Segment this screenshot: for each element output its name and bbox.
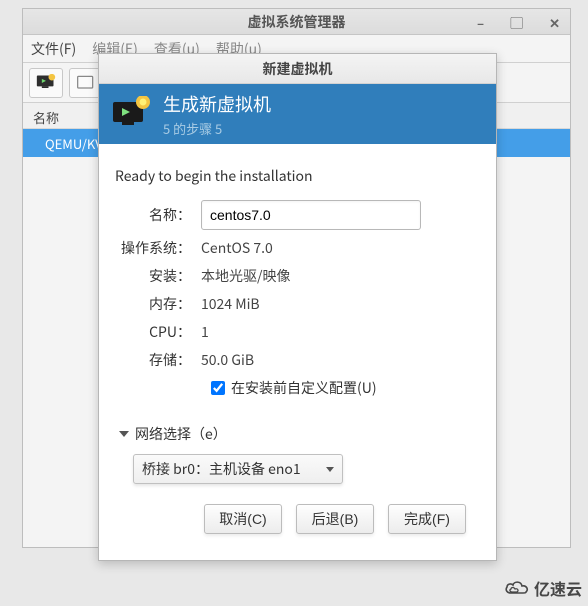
dialog-intro: Ready to begin the installation <box>115 166 480 186</box>
menu-file[interactable]: 文件(F) <box>31 39 76 59</box>
name-input[interactable] <box>201 200 421 230</box>
label-name: 名称： <box>115 205 201 225</box>
watermark-text: 亿速云 <box>534 576 582 600</box>
monitor-icon <box>36 74 56 92</box>
new-vm-button[interactable] <box>29 68 63 98</box>
row-os: 操作系统： CentOS 7.0 <box>115 238 480 258</box>
label-storage: 存储： <box>115 350 201 370</box>
label-os: 操作系统： <box>115 238 201 258</box>
value-os: CentOS 7.0 <box>201 238 273 258</box>
dialog-button-bar: 取消(C) 后退(B) 完成(F) <box>115 504 480 550</box>
minimize-icon[interactable]: – <box>471 9 490 36</box>
new-vm-icon <box>111 96 151 132</box>
row-install: 安装： 本地光驱/映像 <box>115 266 480 286</box>
network-expand-label: 网络选择（e） <box>135 424 227 444</box>
network-combo-label: 桥接 br0：主机设备 eno1 <box>142 459 301 479</box>
customize-checkbox[interactable] <box>211 381 225 395</box>
dialog-titlebar[interactable]: 新建虚拟机 <box>99 54 496 84</box>
vm-row-label: QEMU/KV <box>45 134 103 153</box>
finish-button[interactable]: 完成(F) <box>388 504 466 534</box>
label-install: 安装： <box>115 266 201 286</box>
value-install: 本地光驱/映像 <box>201 266 291 286</box>
chevron-down-icon <box>119 431 129 437</box>
open-icon <box>76 74 96 92</box>
window-controls: – ▢ ✕ <box>471 9 566 36</box>
main-title: 虚拟系统管理器 <box>248 12 346 32</box>
customize-row: 在安装前自定义配置(U) <box>211 378 480 398</box>
maximize-icon[interactable]: ▢ <box>504 9 529 36</box>
new-vm-dialog: 新建虚拟机 生成新虚拟机 5 的步骤 5 Ready to begin the … <box>98 53 497 561</box>
combo-chevron-down-icon <box>326 467 334 472</box>
value-storage: 50.0 GiB <box>201 350 254 370</box>
column-header-label: 名称 <box>33 108 59 127</box>
cloud-icon <box>504 579 530 597</box>
dialog-header-line1: 生成新虚拟机 <box>163 91 271 117</box>
dialog-header-text: 生成新虚拟机 5 的步骤 5 <box>163 91 271 138</box>
value-cpu: 1 <box>201 322 209 342</box>
network-combo[interactable]: 桥接 br0：主机设备 eno1 <box>133 454 343 484</box>
row-storage: 存储： 50.0 GiB <box>115 350 480 370</box>
dialog-title: 新建虚拟机 <box>263 59 333 79</box>
close-icon[interactable]: ✕ <box>543 9 566 36</box>
customize-label[interactable]: 在安装前自定义配置(U) <box>231 378 377 398</box>
main-titlebar[interactable]: 虚拟系统管理器 – ▢ ✕ <box>23 9 570 35</box>
label-cpu: CPU： <box>115 322 201 342</box>
watermark: 亿速云 <box>504 576 582 600</box>
row-name: 名称： <box>115 200 480 230</box>
dialog-header: 生成新虚拟机 5 的步骤 5 <box>99 84 496 144</box>
back-button[interactable]: 后退(B) <box>296 504 374 534</box>
value-memory: 1024 MiB <box>201 294 260 314</box>
cancel-button[interactable]: 取消(C) <box>204 504 282 534</box>
row-memory: 内存： 1024 MiB <box>115 294 480 314</box>
dialog-header-step: 5 的步骤 5 <box>163 119 271 138</box>
label-memory: 内存： <box>115 294 201 314</box>
row-cpu: CPU： 1 <box>115 322 480 342</box>
network-expander[interactable]: 网络选择（e） <box>119 424 480 444</box>
dialog-body: Ready to begin the installation 名称： 操作系统… <box>99 144 496 560</box>
